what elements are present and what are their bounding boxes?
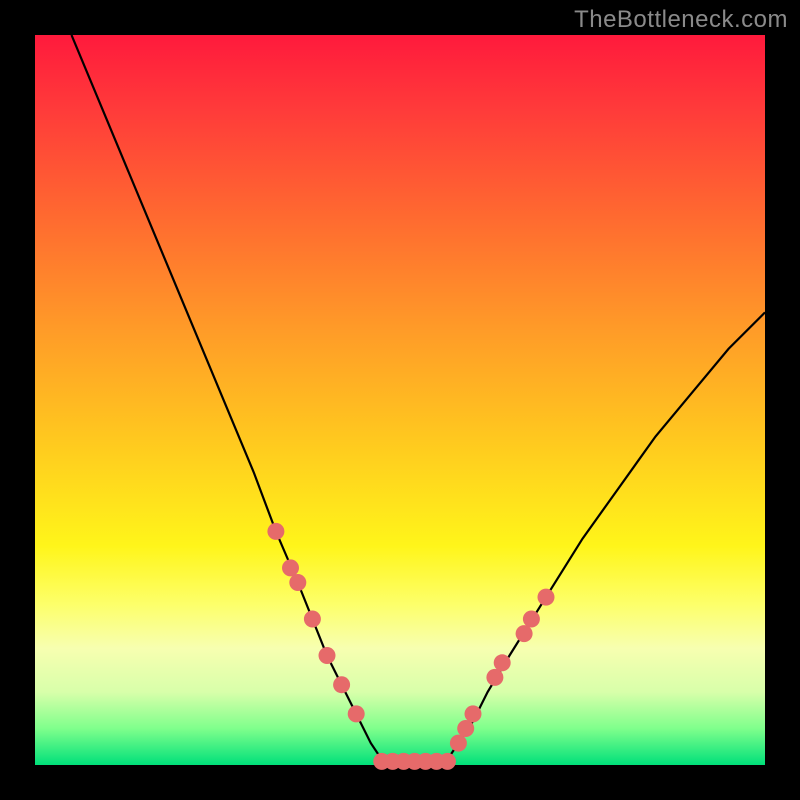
- data-marker: [439, 753, 456, 770]
- data-marker: [304, 611, 321, 628]
- watermark-text: TheBottleneck.com: [574, 6, 788, 34]
- data-marker: [282, 559, 299, 576]
- data-marker: [457, 720, 474, 737]
- data-marker: [538, 589, 555, 606]
- data-marker: [319, 647, 336, 664]
- curve-group: [72, 35, 766, 765]
- chart-container: TheBottleneck.com: [0, 0, 800, 800]
- data-marker: [516, 625, 533, 642]
- data-marker: [267, 523, 284, 540]
- data-marker: [348, 705, 365, 722]
- data-marker: [450, 735, 467, 752]
- data-marker: [333, 676, 350, 693]
- bottleneck-curve: [72, 35, 766, 765]
- data-marker: [494, 654, 511, 671]
- data-marker: [486, 669, 503, 686]
- data-marker: [523, 611, 540, 628]
- chart-svg: [35, 35, 765, 765]
- data-marker: [465, 705, 482, 722]
- plot-area: [35, 35, 765, 765]
- marker-group: [267, 523, 554, 770]
- data-marker: [289, 574, 306, 591]
